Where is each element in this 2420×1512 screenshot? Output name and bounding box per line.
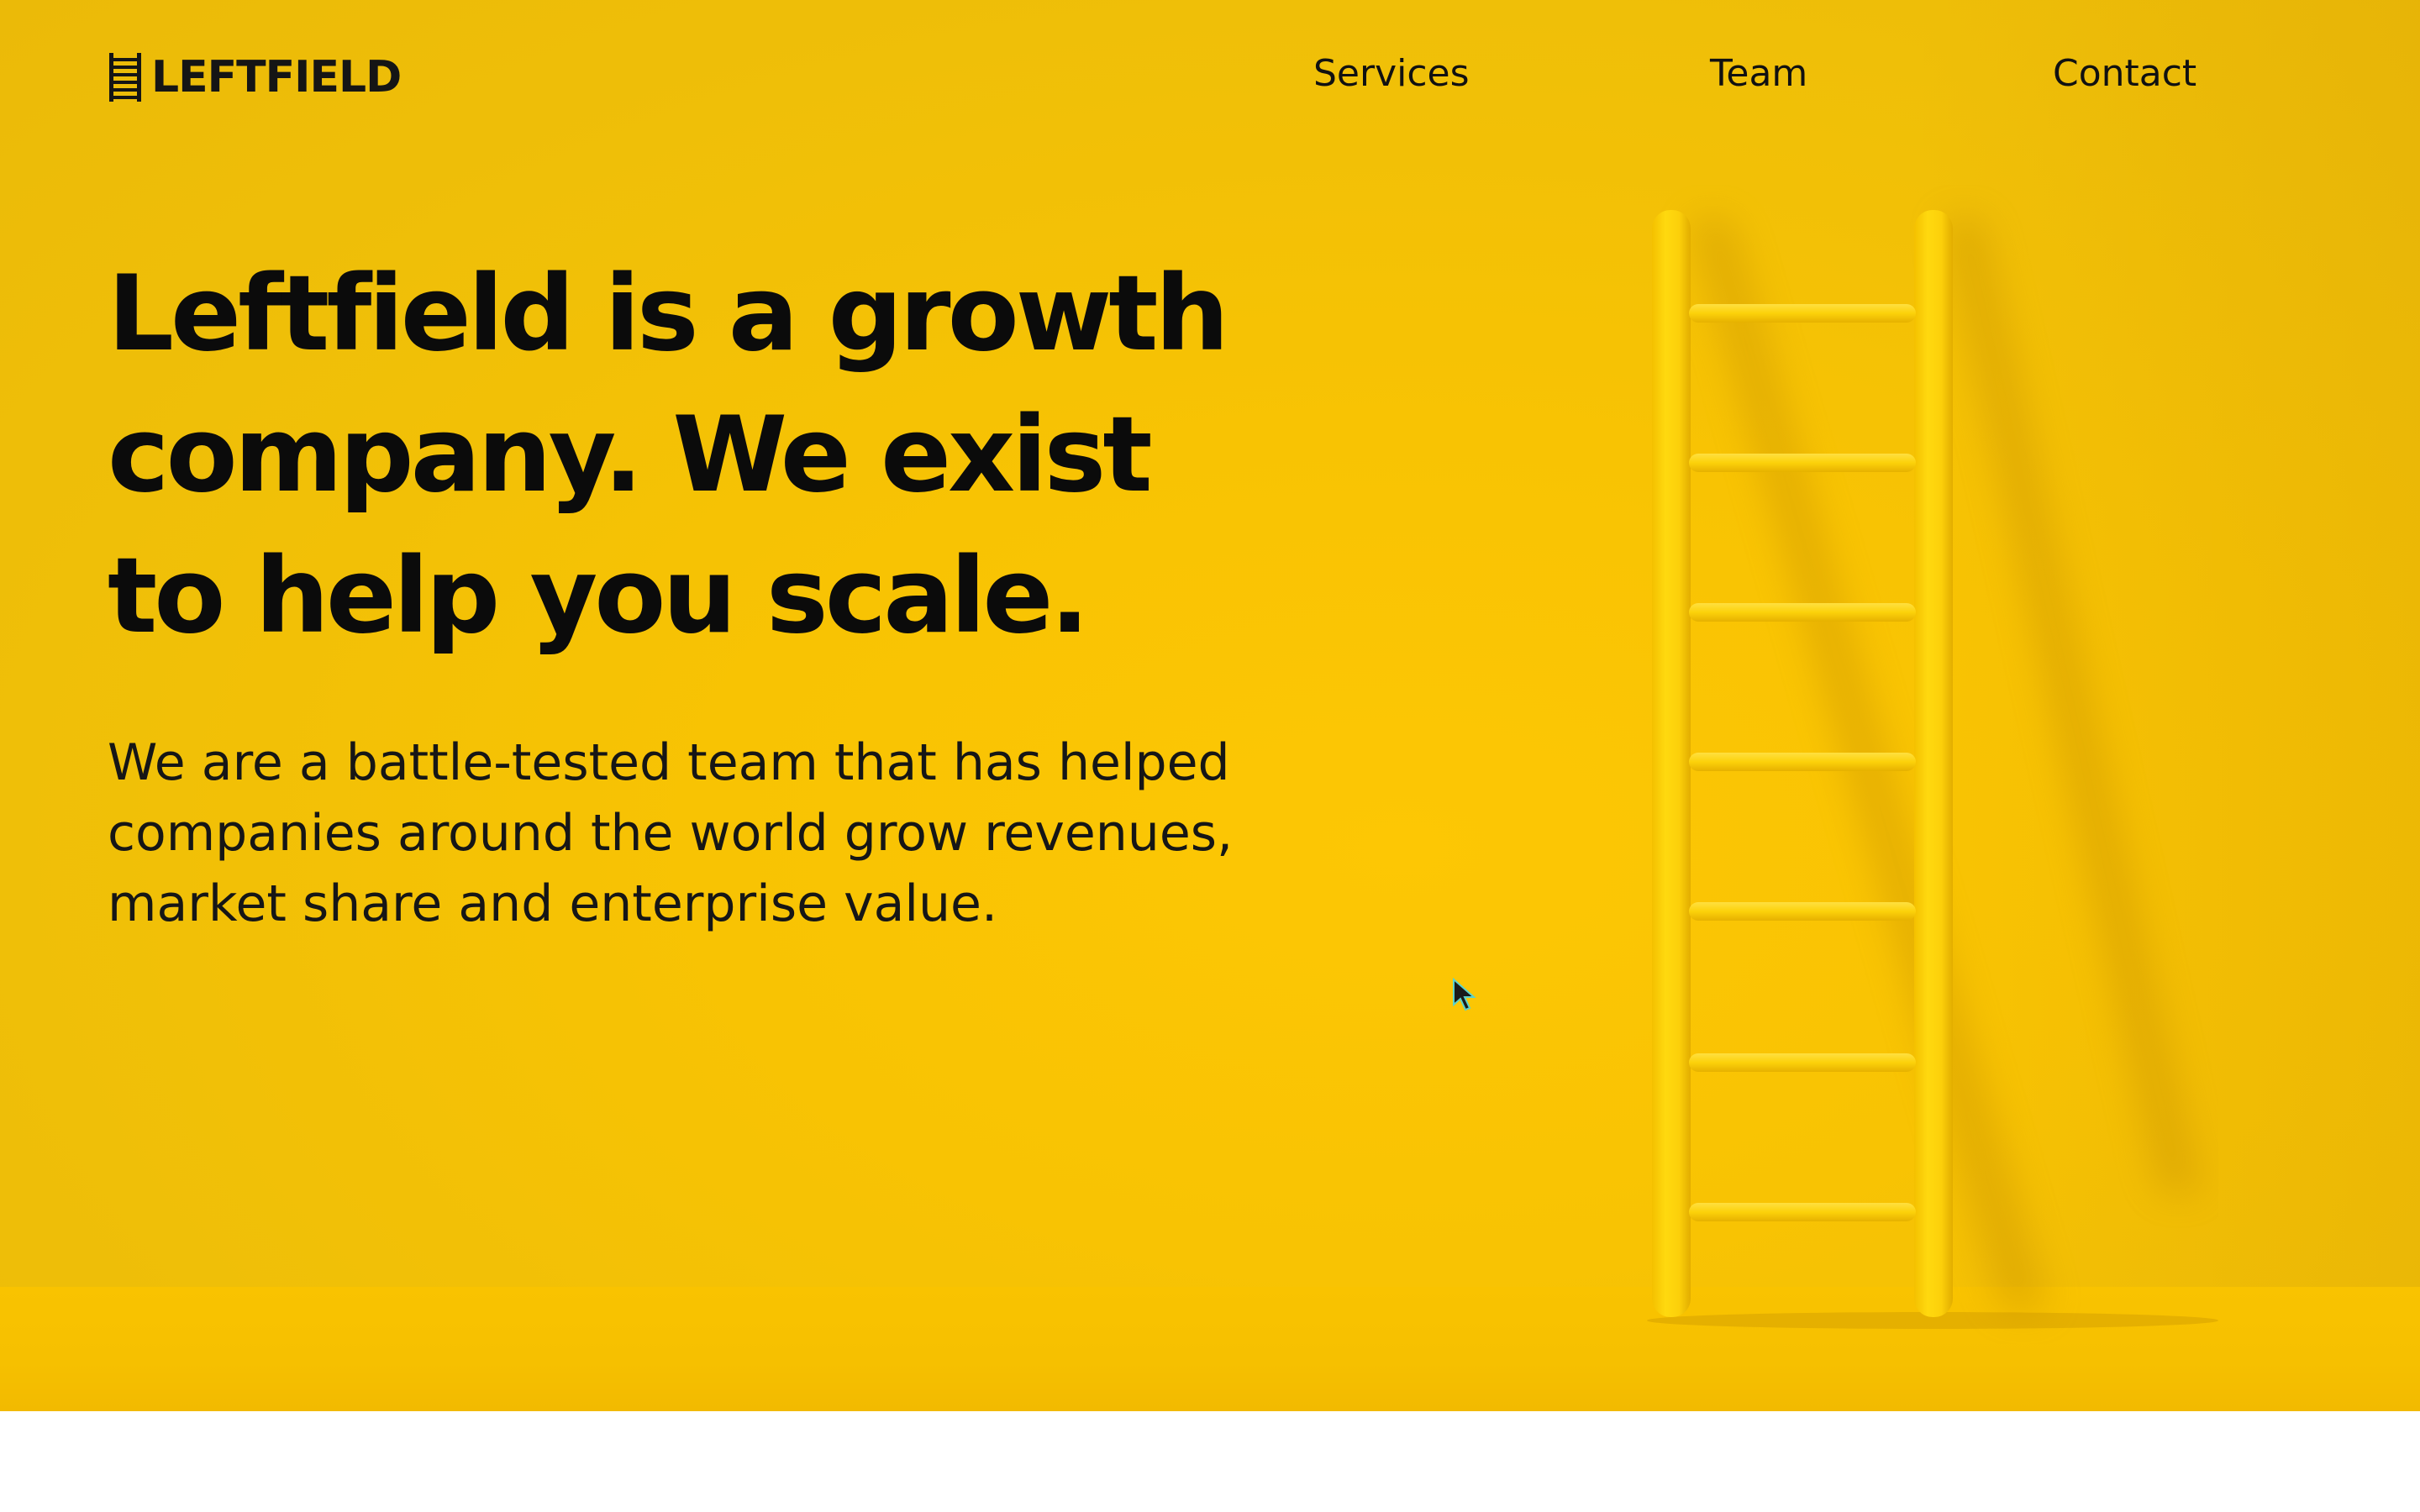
mouse-cursor-icon [1453, 978, 1476, 1011]
hero-headline: Leftfield is a growth company. We exist … [108, 244, 1334, 667]
hero-section: LEFTFIELD Services Team Contact Leftfiel… [0, 0, 2420, 1411]
ladder-icon [109, 53, 141, 102]
nav-link-team[interactable]: Team [1710, 55, 1807, 92]
headline-line: Leftfield is a growth [108, 254, 1229, 375]
brand-name: LEFTFIELD [151, 52, 402, 102]
nav-link-contact[interactable]: Contact [2053, 55, 2196, 92]
headline-line: company. We exist [108, 395, 1153, 516]
nav-link-services[interactable]: Services [1313, 55, 1470, 92]
hero-description: We are a battle-tested team that has hel… [108, 733, 1234, 933]
headline-line: to help you scale. [108, 536, 1090, 657]
brand-logo[interactable]: LEFTFIELD [108, 52, 402, 102]
yellow-ladder-illustration [1647, 210, 2218, 1329]
next-section [0, 1411, 2420, 1512]
